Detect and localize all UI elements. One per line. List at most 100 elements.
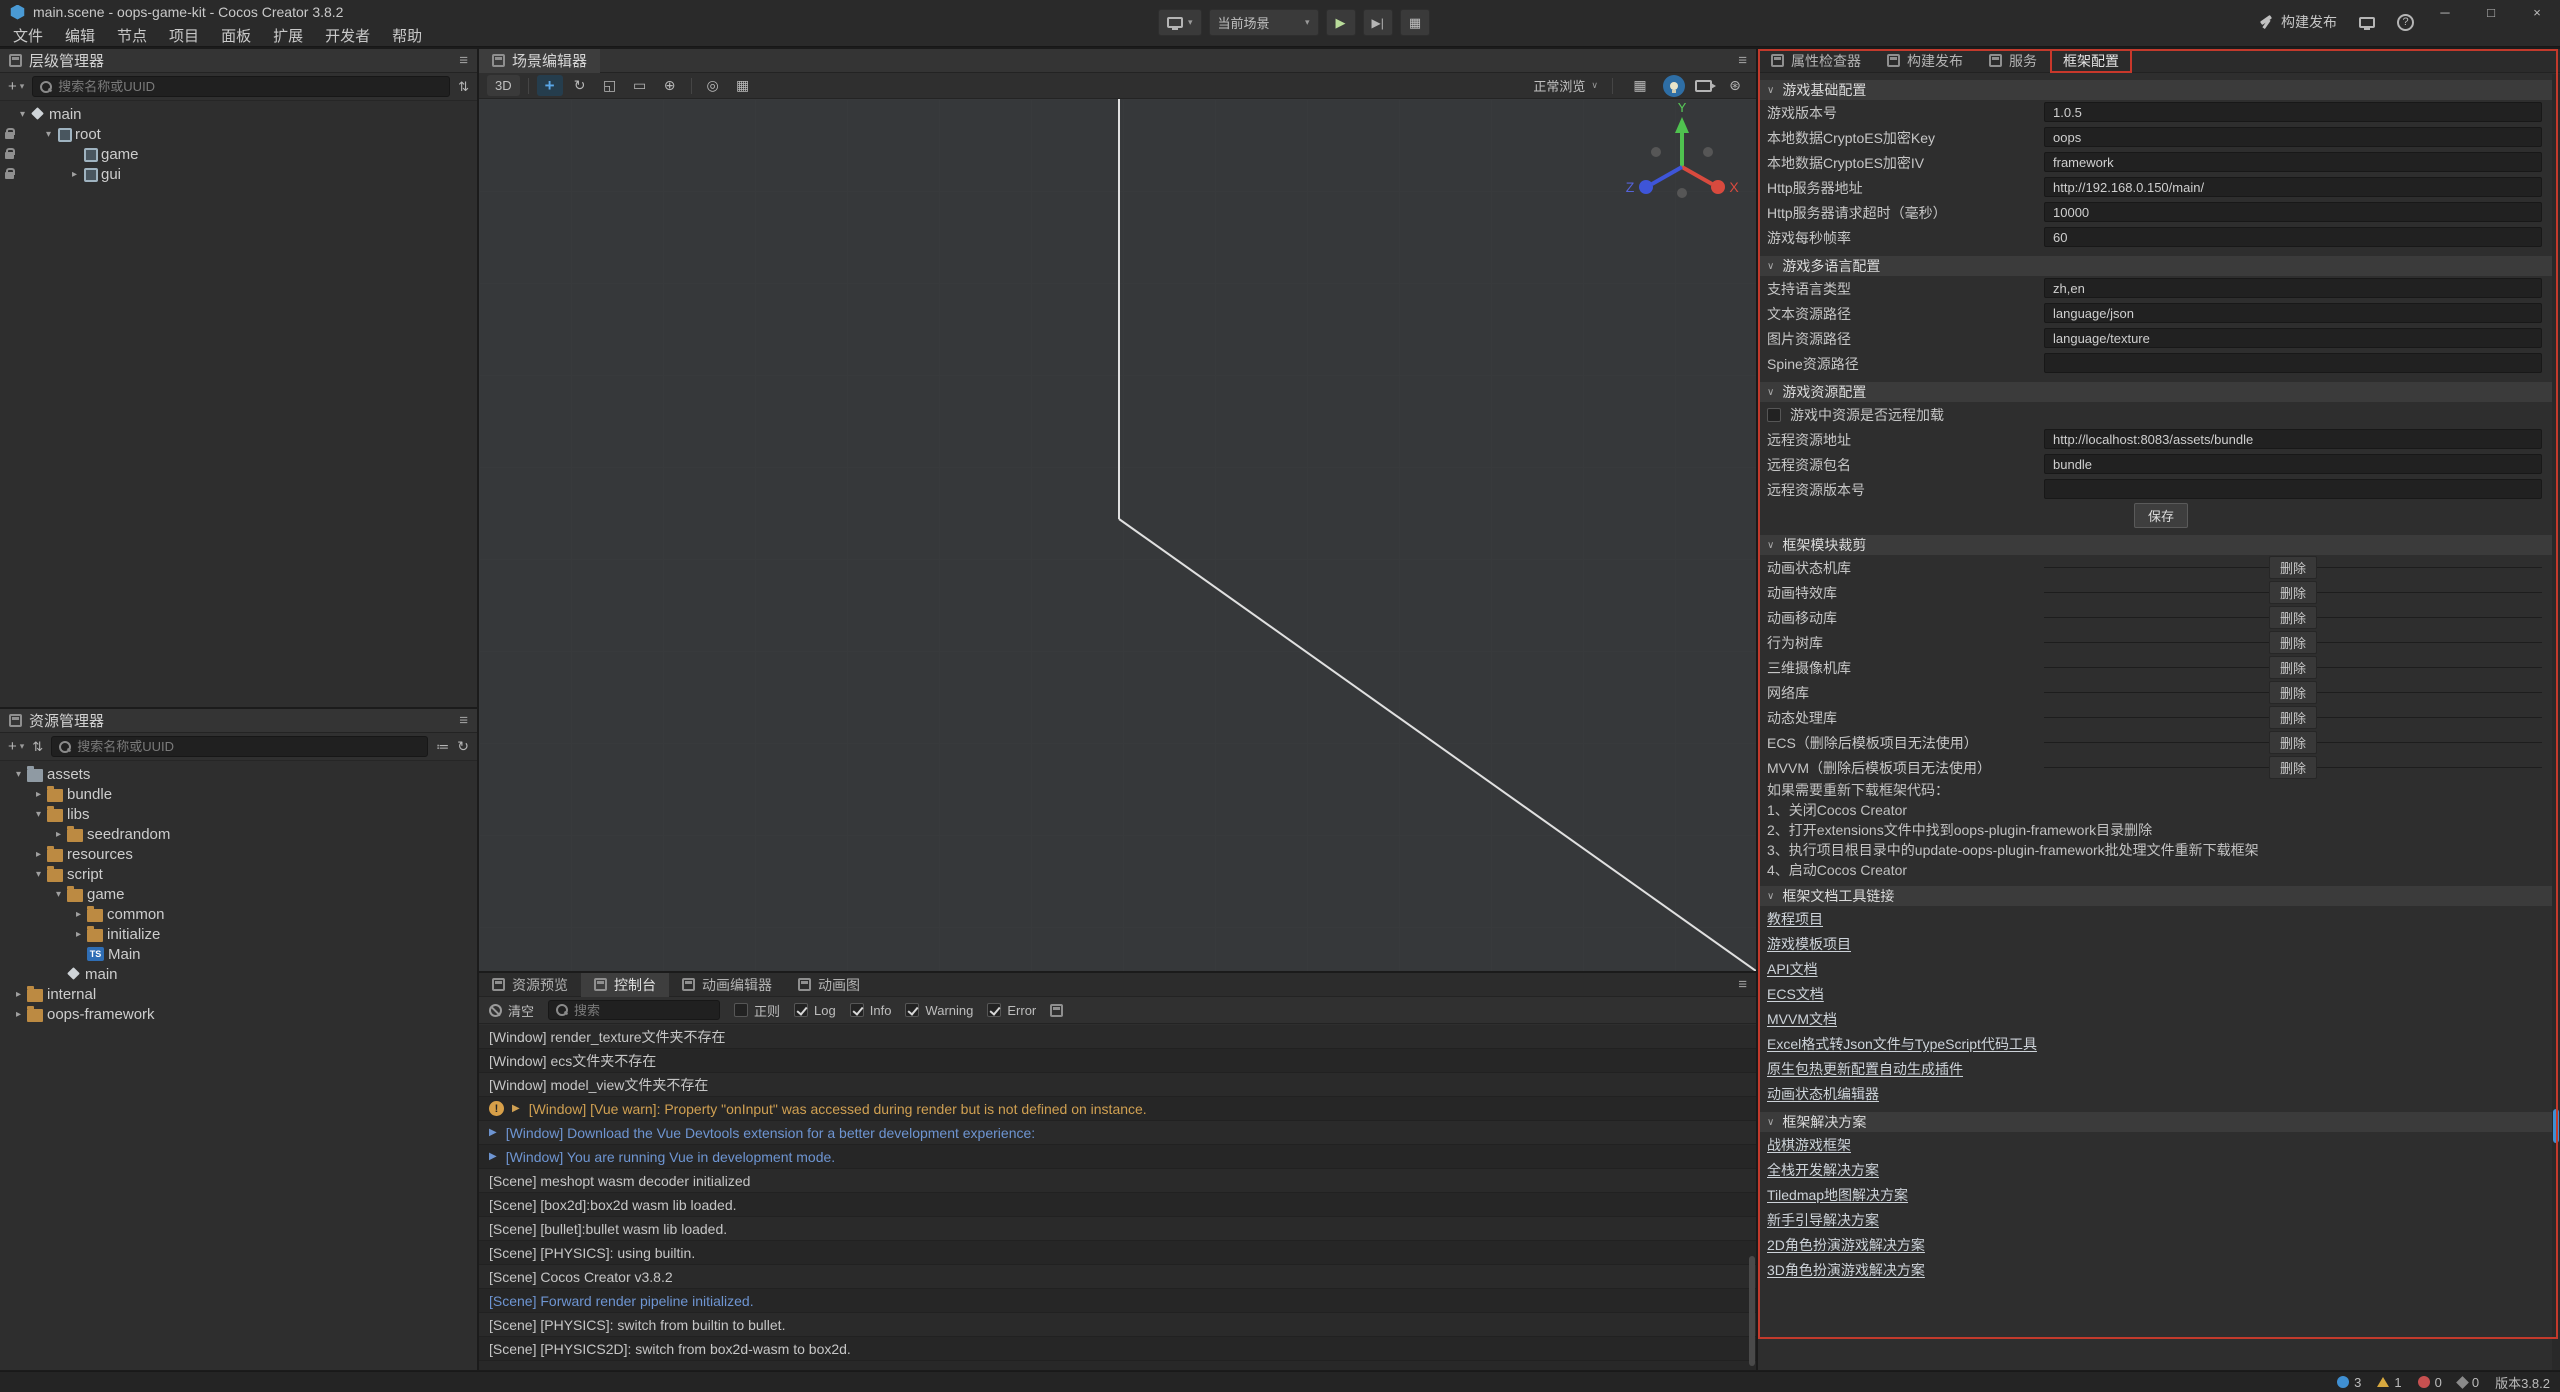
gizmo-negative-x[interactable] bbox=[1703, 147, 1713, 157]
link-MVVM文档[interactable]: MVVM文档 bbox=[1767, 1009, 1837, 1029]
remote-load-checkbox[interactable] bbox=[1767, 408, 1781, 422]
section-header-框架模块裁剪[interactable]: ∨框架模块裁剪 bbox=[1758, 535, 2552, 555]
mode-3d-button[interactable]: 3D bbox=[487, 75, 520, 96]
link-全栈开发解决方案[interactable]: 全栈开发解决方案 bbox=[1767, 1160, 1879, 1180]
hierarchy-row-main[interactable]: ▾main bbox=[0, 104, 477, 124]
gizmo-x-axis[interactable] bbox=[1711, 180, 1725, 194]
link-原生包热更新配置自动生成插件[interactable]: 原生包热更新配置自动生成插件 bbox=[1767, 1059, 1963, 1079]
snap-tool[interactable]: ▦ bbox=[730, 75, 756, 96]
console-tab-控制台[interactable]: 控制台 bbox=[581, 973, 669, 997]
pivot-tool[interactable]: ⊕ bbox=[657, 75, 683, 96]
expand-icon[interactable]: ▶ bbox=[489, 1127, 497, 1138]
panel-menu-icon[interactable]: ≡ bbox=[1738, 976, 1747, 993]
field-input[interactable] bbox=[2044, 479, 2542, 499]
section-header-游戏基础配置[interactable]: ∨游戏基础配置 bbox=[1758, 80, 2552, 100]
gizmo-z-axis[interactable] bbox=[1639, 180, 1653, 194]
section-header-框架解决方案[interactable]: ∨框架解决方案 bbox=[1758, 1112, 2552, 1132]
hierarchy-row-game[interactable]: game bbox=[0, 144, 477, 164]
field-input[interactable]: 60 bbox=[2044, 227, 2542, 247]
menu-节点[interactable]: 节点 bbox=[106, 25, 158, 46]
link-新手引导解决方案[interactable]: 新手引导解决方案 bbox=[1767, 1210, 1879, 1230]
panel-menu-icon[interactable]: ≡ bbox=[459, 712, 468, 729]
field-input[interactable]: bundle bbox=[2044, 454, 2542, 474]
build-publish-button[interactable]: 构建发布 bbox=[2259, 12, 2337, 32]
expand-icon[interactable]: ▶ bbox=[512, 1103, 520, 1114]
close-button[interactable]: × bbox=[2514, 0, 2560, 24]
delete-button[interactable]: 删除 bbox=[2269, 631, 2317, 654]
maximize-button[interactable]: □ bbox=[2468, 0, 2514, 24]
caret-icon[interactable]: ▾ bbox=[10, 769, 27, 780]
filter-info[interactable]: Info bbox=[850, 1003, 892, 1018]
menu-扩展[interactable]: 扩展 bbox=[262, 25, 314, 46]
asset-row-assets[interactable]: ▾assets bbox=[0, 764, 477, 784]
field-input[interactable]: oops bbox=[2044, 127, 2542, 147]
link-战棋游戏框架[interactable]: 战棋游戏框架 bbox=[1767, 1135, 1851, 1155]
caret-icon[interactable]: ▾ bbox=[30, 869, 47, 880]
log-row[interactable]: ▶[Window] You are running Vue in develop… bbox=[479, 1145, 1756, 1169]
link-API文档[interactable]: API文档 bbox=[1767, 959, 1818, 979]
caret-icon[interactable]: ▸ bbox=[10, 1009, 27, 1020]
gizmo-negative-z[interactable] bbox=[1651, 147, 1661, 157]
link-ECS文档[interactable]: ECS文档 bbox=[1767, 984, 1824, 1004]
caret-icon[interactable]: ▾ bbox=[14, 109, 31, 120]
inspector-tab-构建发布[interactable]: 构建发布 bbox=[1874, 49, 1976, 73]
field-input[interactable]: http://localhost:8083/assets/bundle bbox=[2044, 429, 2542, 449]
asset-row-common[interactable]: ▸common bbox=[0, 904, 477, 924]
asset-row-script[interactable]: ▾script bbox=[0, 864, 477, 884]
caret-icon[interactable]: ▸ bbox=[50, 829, 67, 840]
log-row[interactable]: [Scene] [PHYSICS]: switch from builtin t… bbox=[479, 1313, 1756, 1337]
view-mode-dropdown[interactable]: 正常浏览 ∨ bbox=[1533, 76, 1598, 95]
log-row[interactable]: [Scene] [bullet]:bullet wasm lib loaded. bbox=[479, 1217, 1756, 1241]
field-input[interactable]: 1.0.5 bbox=[2044, 102, 2542, 122]
inspector-tab-属性检查器[interactable]: 属性检查器 bbox=[1758, 49, 1874, 73]
filter-error[interactable]: Error bbox=[987, 1003, 1036, 1018]
rect-tool[interactable]: ▭ bbox=[627, 75, 653, 96]
caret-icon[interactable]: ▾ bbox=[40, 129, 57, 140]
caret-icon[interactable]: ▸ bbox=[10, 989, 27, 1000]
gear-icon[interactable]: ⊛ bbox=[1722, 75, 1748, 96]
step-button[interactable]: ▶| bbox=[1363, 9, 1393, 36]
warning-count[interactable]: 1 bbox=[2377, 1375, 2401, 1390]
minimize-button[interactable]: ─ bbox=[2422, 0, 2468, 24]
delete-button[interactable]: 删除 bbox=[2269, 756, 2317, 779]
panel-menu-icon[interactable]: ≡ bbox=[459, 52, 468, 69]
asset-row-Main[interactable]: TSMain bbox=[0, 944, 477, 964]
layout-button[interactable]: ▦ bbox=[1400, 9, 1430, 36]
scene-editor-tab[interactable]: 场景编辑器 bbox=[479, 49, 600, 73]
scene-selector[interactable]: 当前场景 ▾ bbox=[1209, 9, 1319, 36]
scene-viewport[interactable]: Y X Z bbox=[479, 99, 1756, 971]
link-2D角色扮演游戏解决方案[interactable]: 2D角色扮演游戏解决方案 bbox=[1767, 1235, 1925, 1255]
field-input[interactable]: zh,en bbox=[2044, 278, 2542, 298]
filter-button[interactable]: ⇅ bbox=[458, 79, 469, 95]
delete-button[interactable]: 删除 bbox=[2269, 656, 2317, 679]
field-input[interactable]: 10000 bbox=[2044, 202, 2542, 222]
delete-button[interactable]: 删除 bbox=[2269, 706, 2317, 729]
caret-icon[interactable]: ▸ bbox=[70, 909, 87, 920]
field-input[interactable]: http://192.168.0.150/main/ bbox=[2044, 177, 2542, 197]
asset-row-internal[interactable]: ▸internal bbox=[0, 984, 477, 1004]
hierarchy-row-gui[interactable]: ▸gui bbox=[0, 164, 477, 184]
asset-row-initialize[interactable]: ▸initialize bbox=[0, 924, 477, 944]
console-scrollbar[interactable] bbox=[1749, 1256, 1755, 1366]
add-node-button[interactable]: +▾ bbox=[8, 78, 24, 95]
clear-console-button[interactable]: 清空 bbox=[489, 1001, 534, 1020]
asset-row-resources[interactable]: ▸resources bbox=[0, 844, 477, 864]
caret-icon[interactable]: ▸ bbox=[30, 849, 47, 860]
scrollbar-thumb[interactable] bbox=[2553, 1109, 2559, 1143]
collapse-button[interactable]: ≔ bbox=[436, 739, 449, 755]
rotate-tool[interactable]: ↻ bbox=[567, 75, 593, 96]
menu-开发者[interactable]: 开发者 bbox=[314, 25, 381, 46]
panel-menu-icon[interactable]: ≡ bbox=[1738, 52, 1747, 69]
section-header-框架文档工具链接[interactable]: ∨框架文档工具链接 bbox=[1758, 886, 2552, 906]
log-row[interactable]: [Window] ecs文件夹不存在 bbox=[479, 1049, 1756, 1073]
filter-warning[interactable]: Warning bbox=[905, 1003, 973, 1018]
log-row[interactable]: [Scene] [PHYSICS2D]: switch from box2d-w… bbox=[479, 1337, 1756, 1361]
section-header-游戏资源配置[interactable]: ∨游戏资源配置 bbox=[1758, 382, 2552, 402]
task-count[interactable]: 0 bbox=[2458, 1375, 2479, 1390]
link-动画状态机编辑器[interactable]: 动画状态机编辑器 bbox=[1767, 1084, 1879, 1104]
log-detail-icon[interactable] bbox=[1050, 1004, 1063, 1017]
log-row[interactable]: !▶[Window] [Vue warn]: Property "onInput… bbox=[479, 1097, 1756, 1121]
log-row[interactable]: [Scene] [box2d]:box2d wasm lib loaded. bbox=[479, 1193, 1756, 1217]
platform-button[interactable]: ▾ bbox=[1158, 9, 1202, 36]
menu-文件[interactable]: 文件 bbox=[2, 25, 54, 46]
